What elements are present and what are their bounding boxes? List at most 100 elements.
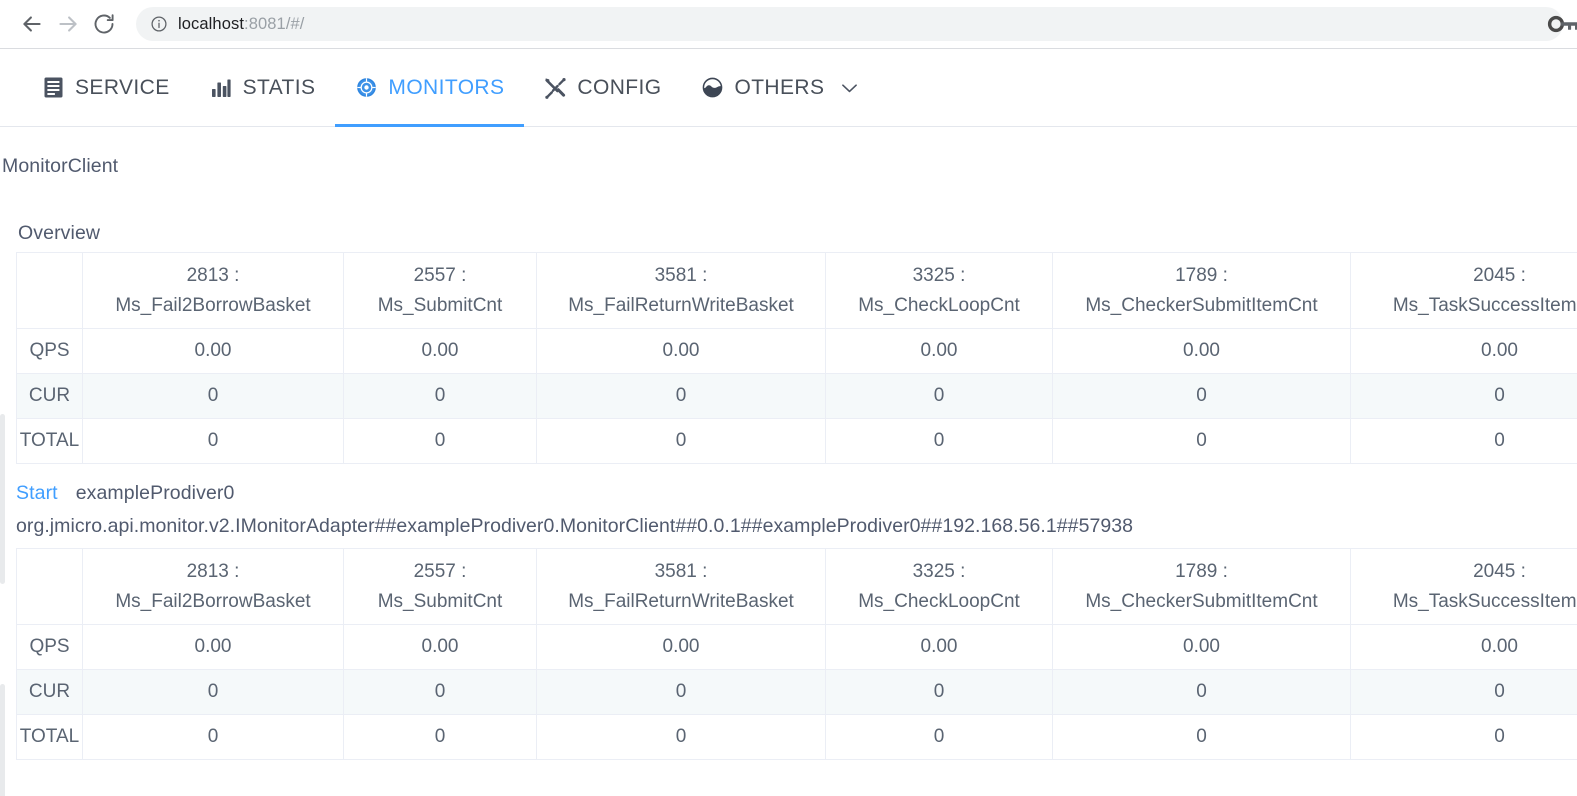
column-name: Ms_TaskSuccessItemCnt <box>1392 294 1577 316</box>
nav-item-others[interactable]: OTHERS <box>681 49 878 126</box>
column-name: Ms_CheckerSubmitItemCnt <box>1085 590 1318 612</box>
table-cell: 0.00 <box>343 624 537 670</box>
table-header-row: 2813 : Ms_Fail2BorrowBasket 2557 : Ms_Su… <box>16 252 1577 329</box>
table-cell: 0 <box>82 373 344 419</box>
table-cell: 0 <box>536 418 826 464</box>
bar-chart-icon <box>210 77 232 99</box>
table-cell: 0 <box>343 669 537 715</box>
instance-table-head: 2813 : Ms_Fail2BorrowBasket 2557 : Ms_Su… <box>16 548 1577 625</box>
app-nav-bar: SERVICE STATIS MONITORS CONFIG OTHERS <box>0 49 1577 127</box>
browser-toolbar: localhost:8081/#/ <box>0 0 1577 48</box>
column-header: 2045 : Ms_TaskSuccessItemCnt <box>1350 548 1577 625</box>
reload-icon[interactable] <box>86 6 122 42</box>
nav-item-monitors[interactable]: MONITORS <box>335 49 525 127</box>
instance-table-body: QPS 0.00 0.00 0.00 0.00 0.00 0.00 CUR 0 … <box>16 624 1577 760</box>
column-id: 3581 <box>654 265 697 287</box>
column-header: 1789 : Ms_CheckerSubmitItemCnt <box>1052 548 1351 625</box>
forward-arrow-icon[interactable] <box>50 6 86 42</box>
instance-block: Start exampleProdiver0 org.jmicro.api.mon… <box>0 464 1577 548</box>
column-header: 3581 : Ms_FailReturnWriteBasket <box>536 252 826 329</box>
column-header: 2813 : Ms_Fail2BorrowBasket <box>82 252 344 329</box>
table-cell: 0 <box>82 714 344 760</box>
column-id: 2813 <box>186 561 229 583</box>
overview-table-scrollbar[interactable] <box>0 414 5 584</box>
column-name: Ms_Fail2BorrowBasket <box>115 590 311 612</box>
table-row: QPS 0.00 0.00 0.00 0.00 0.00 0.00 <box>16 624 1577 670</box>
table-cell: 0.00 <box>1350 624 1577 670</box>
table-cell: 0 <box>825 669 1053 715</box>
corner-cell <box>16 252 83 329</box>
column-id: 2813 <box>186 265 229 287</box>
tools-icon <box>544 77 567 99</box>
table-row: TOTAL 0 0 0 0 0 0 <box>16 418 1577 464</box>
back-arrow-icon[interactable] <box>14 6 50 42</box>
table-cell: 0.00 <box>536 328 826 374</box>
row-label: QPS <box>16 624 83 670</box>
table-cell: 0 <box>536 714 826 760</box>
column-id: 3581 <box>654 561 697 583</box>
nav-item-label: STATIS <box>242 75 316 99</box>
column-name: Ms_FailReturnWriteBasket <box>568 294 794 316</box>
overview-table: 2813 : Ms_Fail2BorrowBasket 2557 : Ms_Su… <box>16 252 1577 464</box>
column-id: 2557 <box>413 561 456 583</box>
table-cell: 0 <box>343 373 537 419</box>
page-title: MonitorClient <box>2 155 119 177</box>
chevron-down-icon[interactable] <box>841 82 858 94</box>
column-id: 3325 <box>912 561 955 583</box>
table-cell: 0 <box>82 669 344 715</box>
instance-table: 2813 : Ms_Fail2BorrowBasket 2557 : Ms_Su… <box>16 548 1577 760</box>
nav-item-statis[interactable]: STATIS <box>190 49 336 126</box>
key-icon[interactable] <box>1547 13 1577 35</box>
table-cell: 0.00 <box>1350 328 1577 374</box>
column-header: 2557 : Ms_SubmitCnt <box>343 252 537 329</box>
table-cell: 0.00 <box>1052 624 1351 670</box>
table-row: QPS 0.00 0.00 0.00 0.00 0.00 0.00 <box>16 328 1577 374</box>
instance-name: exampleProdiver0 <box>75 482 235 504</box>
table-cell: 0 <box>343 714 537 760</box>
url-host: localhost <box>178 14 245 33</box>
column-name: Ms_Fail2BorrowBasket <box>115 294 311 316</box>
table-cell: 0 <box>82 418 344 464</box>
url-path: :8081/#/ <box>244 14 305 33</box>
table-cell: 0 <box>825 418 1053 464</box>
table-cell: 0 <box>1350 418 1577 464</box>
url-text: localhost:8081/#/ <box>178 15 304 34</box>
corner-cell <box>16 548 83 625</box>
column-id: 2045 <box>1473 561 1516 583</box>
nav-item-config[interactable]: CONFIG <box>524 49 681 126</box>
gear-target-icon <box>355 77 377 99</box>
table-cell: 0 <box>1052 418 1351 464</box>
table-cell: 0 <box>1052 714 1351 760</box>
column-name: Ms_TaskSuccessItemCnt <box>1392 590 1577 612</box>
overview-label: Overview <box>18 222 101 244</box>
column-id: 2557 <box>413 265 456 287</box>
row-label: TOTAL <box>16 714 83 760</box>
start-button[interactable]: Start <box>16 482 58 504</box>
instance-table-wrap: 2813 : Ms_Fail2BorrowBasket 2557 : Ms_Su… <box>16 548 1577 760</box>
document-list-icon <box>42 77 64 99</box>
info-circle-icon[interactable] <box>150 15 168 33</box>
column-header: 2813 : Ms_Fail2BorrowBasket <box>82 548 344 625</box>
table-header-row: 2813 : Ms_Fail2BorrowBasket 2557 : Ms_Su… <box>16 548 1577 625</box>
instance-header: Start exampleProdiver0 <box>16 482 1577 505</box>
nav-item-label: MONITORS <box>388 75 505 99</box>
column-name: Ms_CheckLoopCnt <box>858 294 1020 316</box>
nav-item-label: SERVICE <box>75 75 170 99</box>
table-row: TOTAL 0 0 0 0 0 0 <box>16 714 1577 760</box>
column-name: Ms_FailReturnWriteBasket <box>568 590 794 612</box>
column-name: Ms_SubmitCnt <box>377 294 503 316</box>
nav-item-service[interactable]: SERVICE <box>22 49 190 126</box>
table-cell: 0 <box>825 373 1053 419</box>
table-cell: 0 <box>1052 669 1351 715</box>
table-cell: 0 <box>825 714 1053 760</box>
column-header: 2045 : Ms_TaskSuccessItemCnt <box>1350 252 1577 329</box>
table-cell: 0 <box>1350 669 1577 715</box>
instance-table-scrollbar[interactable] <box>0 684 5 796</box>
address-bar[interactable]: localhost:8081/#/ <box>136 7 1563 41</box>
column-id: 1789 <box>1175 265 1218 287</box>
table-cell: 0 <box>1350 373 1577 419</box>
column-name: Ms_CheckLoopCnt <box>858 590 1020 612</box>
table-cell: 0 <box>536 373 826 419</box>
table-cell: 0.00 <box>1052 328 1351 374</box>
table-cell: 0.00 <box>343 328 537 374</box>
